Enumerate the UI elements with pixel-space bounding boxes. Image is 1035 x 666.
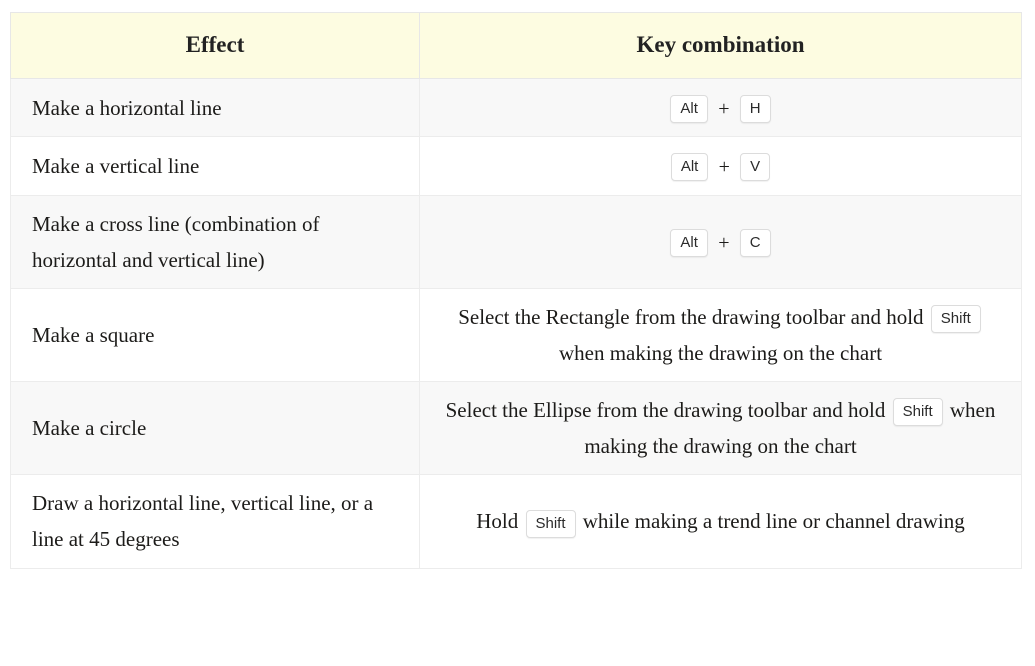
key-text-after: when making the drawing on the chart (558, 340, 883, 365)
keyboard-shortcuts-table: Effect Key combination Make a horizontal… (10, 12, 1022, 569)
table-row: Make a vertical line Alt + V (10, 136, 1022, 196)
kbd-key-secondary[interactable]: C (739, 229, 771, 258)
table-row: Make a circle Select the Ellipse from the… (10, 381, 1022, 476)
cell-key-combination: Alt + C (419, 194, 1022, 289)
kbd-key-primary[interactable]: Shift (930, 305, 981, 334)
cell-effect: Draw a horizontal line, vertical line, o… (10, 474, 420, 569)
page-container: Effect Key combination Make a horizontal… (0, 0, 1035, 666)
key-separator-plus: + (718, 232, 730, 255)
key-separator-plus: + (718, 156, 730, 179)
cell-key-combination: Select the Ellipse from the drawing tool… (419, 381, 1022, 476)
cell-key-combination: Hold Shift while making a trend line or … (419, 474, 1022, 569)
table-header: Effect Key combination (10, 12, 1022, 79)
column-header-effect: Effect (10, 12, 420, 79)
column-header-key-combination: Key combination (419, 12, 1022, 79)
kbd-key-primary[interactable]: Shift (525, 509, 576, 538)
key-combination-content: Select the Ellipse from the drawing tool… (446, 398, 996, 458)
kbd-key-primary[interactable]: Alt (670, 153, 709, 182)
table-row: Make a cross line (combination of horizo… (10, 194, 1022, 289)
key-text-after: while making a trend line or channel dra… (582, 509, 965, 534)
kbd-key-primary[interactable]: Alt (670, 229, 708, 258)
table-row: Make a horizontal line Alt + H (10, 77, 1022, 138)
cell-effect: Make a vertical line (10, 136, 420, 196)
table-row: Draw a horizontal line, vertical line, o… (10, 474, 1022, 569)
table-body: Make a horizontal line Alt + H Make a ver… (10, 77, 1022, 569)
cell-key-combination: Alt + V (419, 136, 1022, 196)
key-text-before: Select the Rectangle from the drawing to… (458, 304, 924, 329)
cell-effect: Make a square (10, 287, 420, 383)
key-combination-content: Hold Shift while making a trend line or … (476, 509, 965, 538)
key-combination-content: Alt + H (668, 95, 772, 124)
kbd-key-primary[interactable]: Shift (892, 398, 943, 427)
cell-key-combination: Alt + H (419, 77, 1022, 138)
key-combination-content: Select the Rectangle from the drawing to… (458, 305, 983, 365)
table-header-row: Effect Key combination (10, 12, 1022, 79)
key-combination-content: Alt + C (668, 229, 772, 258)
cell-key-combination: Select the Rectangle from the drawing to… (419, 287, 1022, 383)
table-row: Make a square Select the Rectangle from t… (10, 287, 1022, 383)
kbd-key-secondary[interactable]: V (740, 153, 771, 182)
kbd-key-secondary[interactable]: H (739, 95, 771, 124)
key-separator-plus: + (718, 97, 730, 120)
cell-effect: Make a horizontal line (10, 77, 420, 138)
key-text-before: Hold (476, 509, 519, 534)
cell-effect: Make a circle (10, 381, 420, 476)
key-text-before: Select the Ellipse from the drawing tool… (445, 398, 886, 423)
cell-effect: Make a cross line (combination of horizo… (10, 194, 420, 289)
key-combination-content: Alt + V (669, 153, 772, 182)
kbd-key-primary[interactable]: Alt (670, 95, 708, 124)
